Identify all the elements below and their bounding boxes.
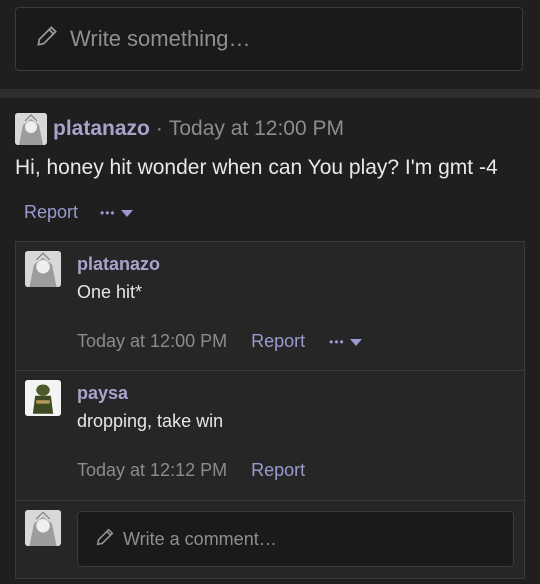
caret-down-icon	[120, 202, 133, 223]
comment-author[interactable]: platanazo	[77, 254, 160, 275]
post-actions: Report •••	[24, 202, 133, 223]
post-body: Hi, honey hit wonder when can You play? …	[15, 156, 498, 179]
caret-down-icon	[349, 331, 362, 352]
write-something-placeholder: Write something…	[70, 26, 251, 51]
report-button[interactable]: Report	[251, 331, 305, 352]
report-button[interactable]: Report	[24, 202, 78, 223]
comment-time[interactable]: Today at 12:00 PM	[77, 331, 227, 352]
comment-text: dropping, take win	[77, 411, 224, 431]
avatar[interactable]	[25, 251, 61, 287]
pencil-icon	[94, 526, 123, 553]
post-author[interactable]: platanazo	[53, 117, 150, 141]
report-button[interactable]: Report	[251, 460, 305, 481]
pencil-icon	[34, 23, 70, 55]
comment-item: paysa dropping, take win Today at 12:12 …	[16, 371, 524, 501]
avatar[interactable]	[15, 113, 47, 145]
comment-composer: Write a comment…	[16, 501, 524, 580]
comments-list: platanazo One hit* Today at 12:00 PM Rep…	[15, 241, 525, 579]
more-menu-button[interactable]: •••	[329, 331, 362, 352]
separator: ·	[155, 117, 163, 140]
more-dots-icon: •••	[100, 205, 116, 220]
write-something-input[interactable]: Write something…	[15, 7, 523, 71]
comment-meta: Today at 12:12 PM Report	[77, 460, 305, 481]
more-menu-button[interactable]: •••	[100, 202, 133, 223]
more-dots-icon: •••	[329, 334, 345, 349]
comment-item: platanazo One hit* Today at 12:00 PM Rep…	[16, 242, 524, 371]
comment-text: One hit*	[77, 282, 143, 302]
comment-author[interactable]: paysa	[77, 383, 128, 404]
comment-meta: Today at 12:00 PM Report •••	[77, 331, 362, 352]
write-comment-input[interactable]: Write a comment…	[77, 511, 514, 567]
section-divider	[0, 89, 540, 98]
write-comment-placeholder: Write a comment…	[123, 528, 277, 549]
post-time[interactable]: Today at 12:00 PM	[169, 117, 344, 141]
post-header: platanazo · Today at 12:00 PM	[15, 113, 344, 145]
avatar[interactable]	[25, 380, 61, 416]
comment-time[interactable]: Today at 12:12 PM	[77, 460, 227, 481]
avatar	[25, 510, 61, 546]
